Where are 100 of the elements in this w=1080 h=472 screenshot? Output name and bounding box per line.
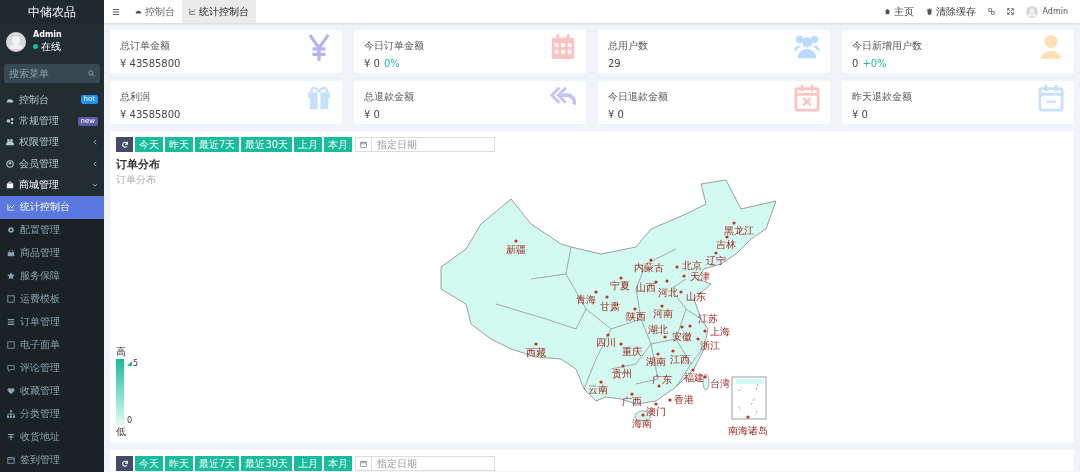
province-label: 台湾 <box>710 378 730 389</box>
province-label: 新疆 <box>506 244 526 255</box>
province-label: 江苏 <box>698 313 718 324</box>
fullscreen-icon[interactable] <box>1006 8 1014 15</box>
stat-label: 昨天退款金额 <box>852 90 912 104</box>
province-label: 云南 <box>588 384 608 395</box>
map-dot <box>657 384 661 388</box>
square-icon <box>7 341 15 350</box>
map-dot <box>514 239 518 243</box>
province-label: 内蒙古 <box>634 262 664 273</box>
legend-max-value: 5 <box>127 359 139 368</box>
stat-value: ¥ 0 <box>852 109 868 120</box>
province-label: 澳门 <box>646 406 666 417</box>
page-tab[interactable]: 统计控制台 <box>182 0 256 23</box>
legend-min-value: 0 <box>127 416 134 425</box>
handle-icon[interactable] <box>127 361 132 366</box>
province-label: 山东 <box>686 291 706 302</box>
date-field[interactable]: 指定日期 <box>371 137 496 152</box>
map-dot <box>649 258 653 262</box>
province-label: 福建 <box>684 372 704 383</box>
map-dot <box>671 349 675 353</box>
chart-icon <box>7 203 15 212</box>
sitemap-icon <box>7 410 15 419</box>
map-dot <box>630 392 634 396</box>
submenu-item[interactable]: 分类管理 <box>0 402 104 426</box>
province-label: 四川 <box>596 337 616 348</box>
page-tab[interactable]: 控制台 <box>128 0 182 23</box>
stat-label: 今日退款金额 <box>608 90 668 104</box>
province-label: 湖南 <box>646 356 666 367</box>
province-label: 江西 <box>670 354 690 365</box>
map-dot <box>606 333 610 337</box>
menu-item[interactable]: 会员管理 <box>0 153 104 175</box>
yen-icon <box>306 33 332 61</box>
map-dot <box>703 375 707 379</box>
submenu-item[interactable]: 评论管理 <box>0 356 104 380</box>
stat-value: ¥ 0 <box>608 109 624 120</box>
calendar-icon <box>7 456 15 465</box>
stat-label: 总利润 <box>120 90 151 104</box>
map-dot <box>654 402 658 406</box>
menu-search-field[interactable]: 搜索菜单 <box>4 63 100 83</box>
submenu-item[interactable]: 商品管理 <box>0 241 104 265</box>
submenu-item[interactable]: 服务保障 <box>0 264 104 288</box>
map-dot <box>621 364 625 368</box>
legend-gradient-bar <box>116 359 124 425</box>
menu-icon[interactable] <box>112 7 120 16</box>
header-link[interactable]: 主页 <box>883 4 914 19</box>
basket-icon <box>7 249 15 258</box>
map-dot <box>619 342 623 346</box>
province-label: 黑龙江 <box>724 225 754 236</box>
stat-change: 0% <box>383 58 400 69</box>
stat-change: +0% <box>862 58 887 69</box>
stat-label: 今日订单金额 <box>364 39 424 53</box>
map-dot <box>599 380 603 384</box>
submenu-item[interactable]: 收货地址 <box>0 425 104 449</box>
map-dot <box>680 325 684 329</box>
legend-low-label: 低 <box>116 426 126 437</box>
submenu-item[interactable]: 收藏管理 <box>0 379 104 403</box>
map-dot <box>703 329 707 333</box>
calendar-minus-icon <box>1038 84 1064 112</box>
menu-item[interactable]: 权限管理 <box>0 131 104 154</box>
user-name: Admin <box>33 29 62 39</box>
submenu-item[interactable]: 电子面单 <box>0 333 104 357</box>
stat-value: 29 <box>608 58 621 69</box>
square-icon <box>7 295 15 304</box>
legend-high-label: 高 <box>116 346 126 357</box>
submenu-item[interactable]: 订单管理 <box>0 310 104 334</box>
refresh-button[interactable] <box>116 137 133 152</box>
province-label: 甘肃 <box>600 301 620 312</box>
province-label: 重庆 <box>622 346 642 357</box>
date-field[interactable]: 指定日期 <box>371 456 496 471</box>
map-dot <box>656 352 660 356</box>
stat-value: ¥ 43585800 <box>120 109 181 120</box>
province-label: 广东 <box>652 374 672 385</box>
map-dot <box>619 276 623 280</box>
calendar-x-icon <box>794 84 820 112</box>
header-link[interactable]: 清除缓存 <box>925 4 976 19</box>
chart-title: 订单分布 <box>116 157 161 172</box>
gift-icon <box>306 84 332 112</box>
submenu-item[interactable]: 运费模板 <box>0 287 104 311</box>
header-user-name[interactable]: Admin <box>1042 7 1068 16</box>
province-label: 湖北 <box>648 324 668 335</box>
map-dot <box>660 304 664 308</box>
map-dot <box>654 280 658 284</box>
province-label: 浙江 <box>700 340 720 351</box>
stat-label: 总退款金额 <box>364 90 414 104</box>
submenu-item[interactable]: 统计控制台 <box>0 195 104 219</box>
app-logo: 中储农品 <box>0 0 104 24</box>
chart-icon <box>189 8 196 15</box>
province-label: 青海 <box>576 294 596 305</box>
map-dot <box>682 274 686 278</box>
submenu-item[interactable]: 配置管理 <box>0 218 104 242</box>
users-icon <box>6 138 14 147</box>
submenu-item[interactable]: 签到管理 <box>0 448 104 472</box>
menu-item[interactable]: 商城管理 <box>0 174 104 196</box>
trash-icon <box>925 8 933 15</box>
stat-value: ¥ 0 <box>364 58 380 69</box>
province-label: 河南 <box>653 308 673 319</box>
refresh-button[interactable] <box>116 456 133 471</box>
calendar-icon <box>550 33 576 61</box>
star-icon <box>7 272 15 281</box>
